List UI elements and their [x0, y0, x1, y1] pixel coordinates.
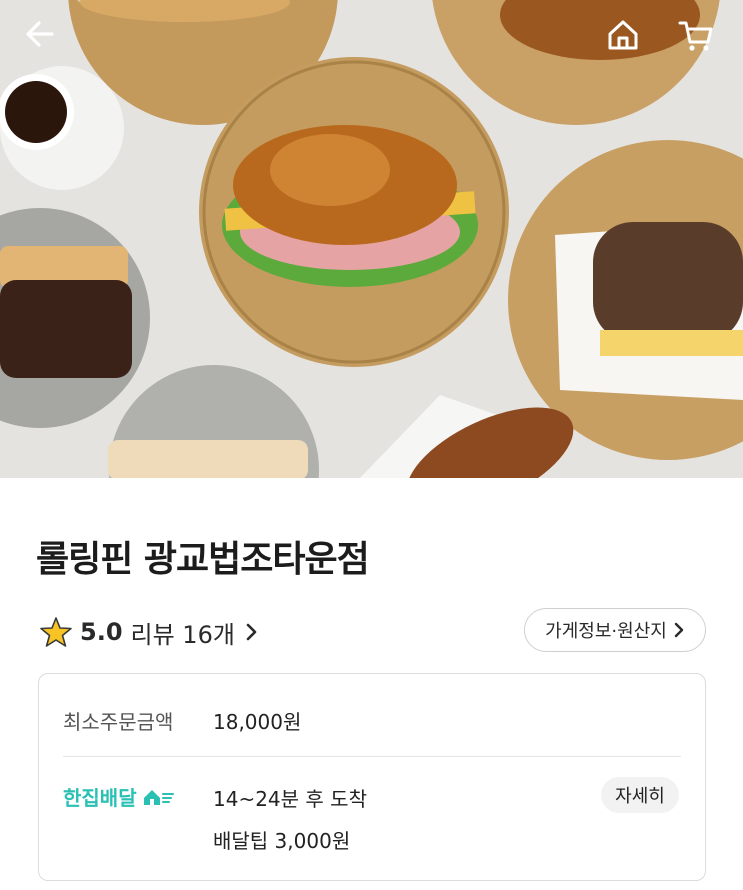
delivery-brand: 한집배달 [63, 782, 175, 811]
home-icon [608, 20, 638, 50]
order-info-card: 최소주문금액 18,000원 한집배달 14~24분 후 도착 배달팁 3,00… [38, 673, 706, 881]
delivery-brand-label: 한집배달 [63, 786, 137, 810]
arrow-left-icon [26, 21, 54, 47]
cart-button[interactable] [678, 18, 718, 58]
min-order-label: 최소주문금액 [63, 710, 174, 734]
min-order-value: 18,000원 [213, 710, 302, 734]
rating-value: 5.0 [80, 618, 123, 646]
back-button[interactable] [24, 18, 64, 58]
delivery-time: 14~24분 후 도착 [213, 787, 367, 811]
food-photo [0, 0, 743, 478]
review-link[interactable]: 리뷰 16개 [131, 615, 259, 650]
detail-button[interactable]: 자세히 [601, 777, 679, 813]
rating-row: 5.0 리뷰 16개 [40, 614, 259, 650]
delivery-house-icon [143, 789, 174, 805]
hero-image [0, 0, 743, 478]
store-info-button[interactable]: 가게정보·원산지 [524, 608, 706, 652]
delivery-tip: 배달팁 3,000원 [213, 829, 351, 853]
store-name: 롤링핀 광교법조타운점 [36, 539, 370, 580]
cart-icon [678, 21, 713, 51]
chevron-right-icon [674, 622, 684, 638]
home-button[interactable] [606, 18, 646, 58]
review-count: 리뷰 16개 [130, 620, 235, 649]
chevron-right-icon [246, 623, 257, 641]
divider [63, 756, 681, 757]
star-icon [40, 617, 72, 647]
store-info-label: 가게정보·원산지 [545, 621, 667, 642]
